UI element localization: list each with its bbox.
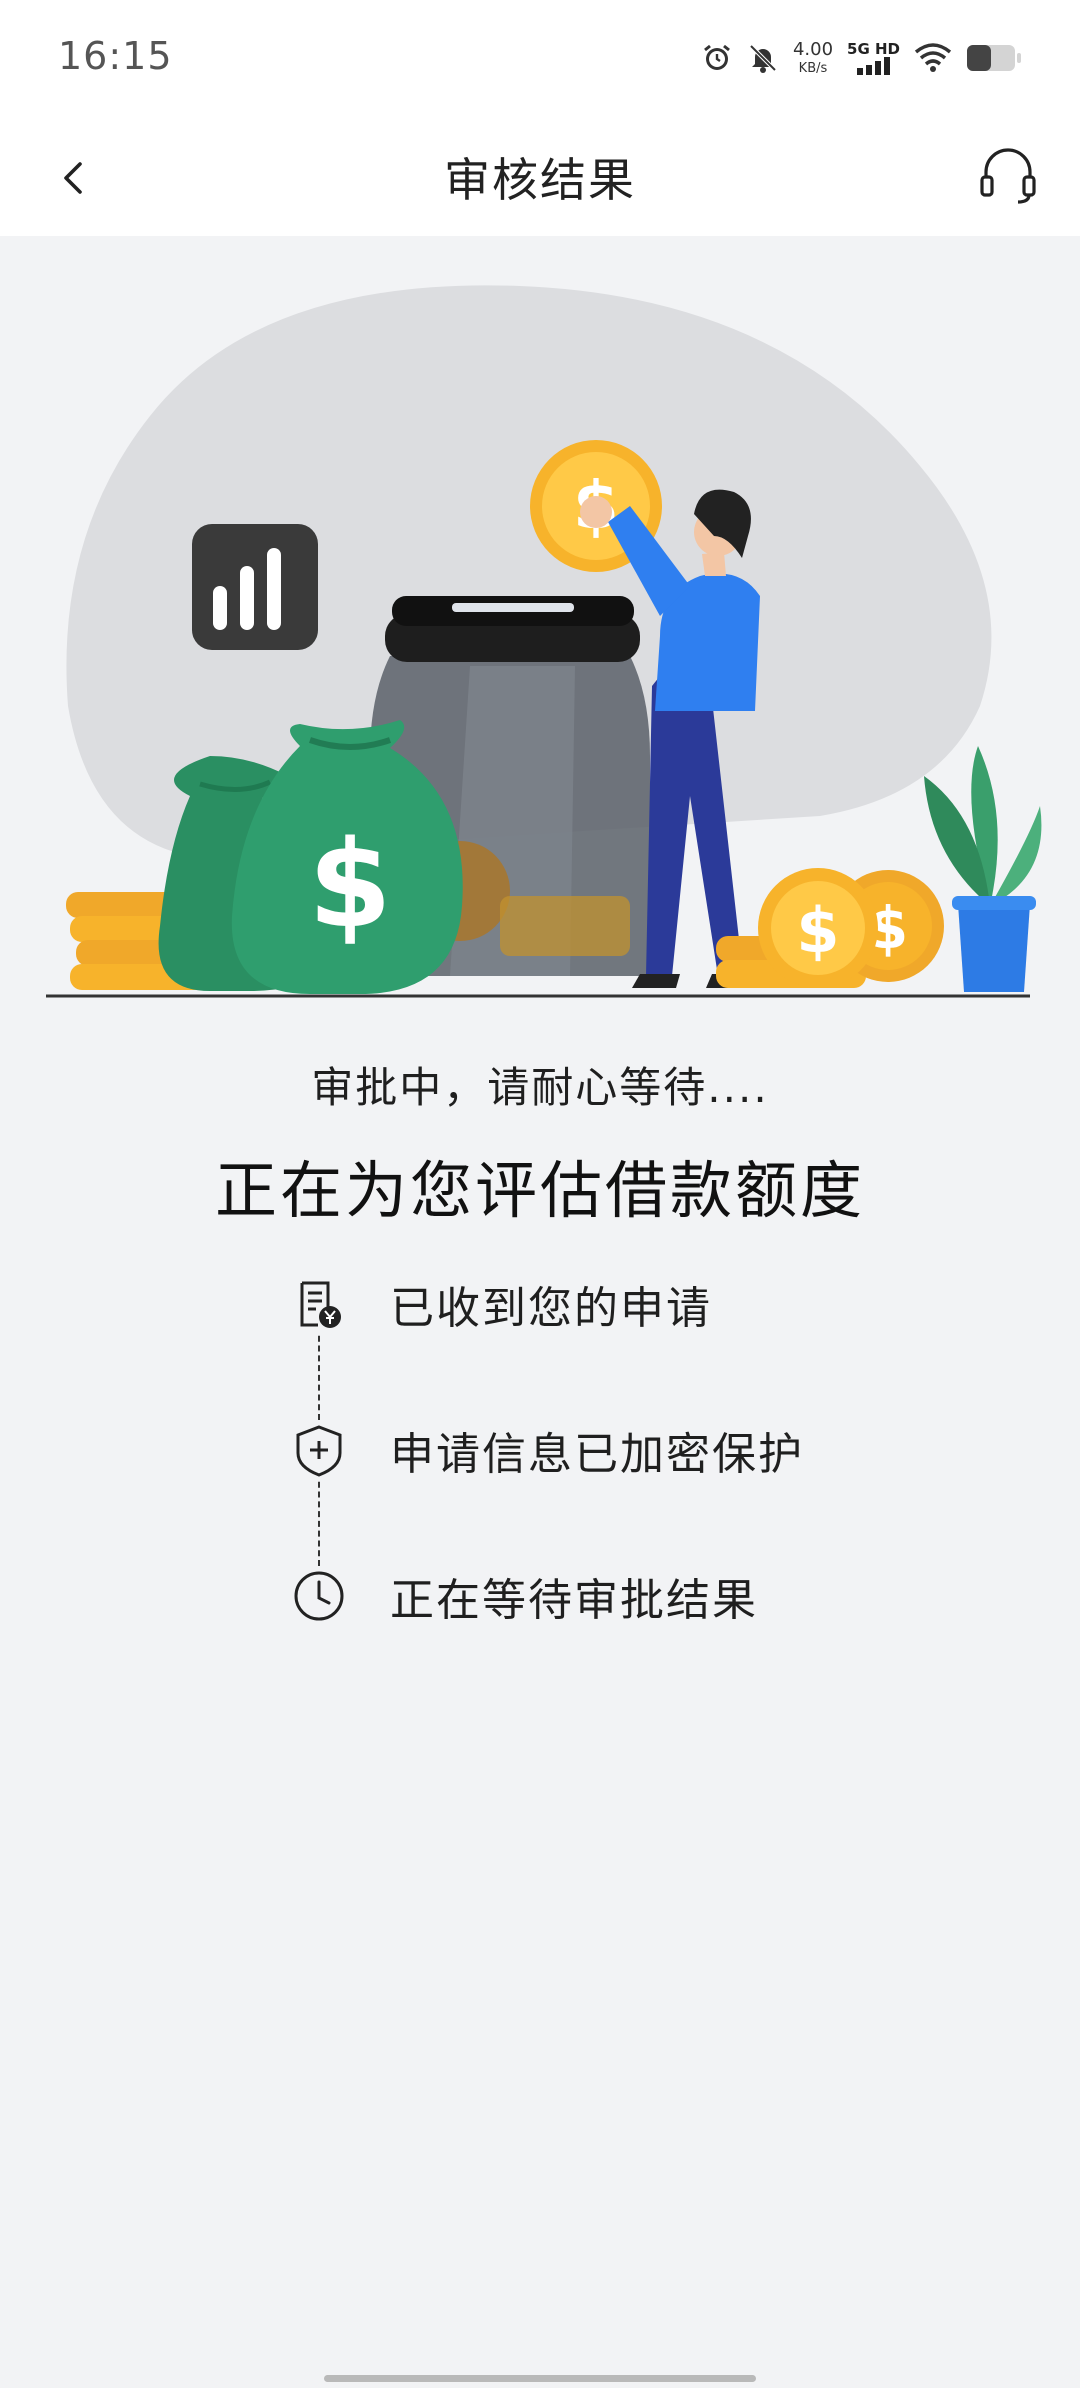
status-icons: 4.00 KB/s 5G HD: [701, 36, 1022, 80]
alarm-icon: [701, 42, 733, 74]
step-connector: [318, 1472, 320, 1566]
review-headline: 正在为您评估借款额度: [214, 1154, 865, 1227]
battery-icon: [966, 43, 1022, 73]
step-item: 已收到您的申请: [290, 1274, 712, 1334]
step-item: 申请信息已加密保护: [290, 1420, 804, 1480]
customer-service-button[interactable]: [976, 144, 1040, 208]
wifi-icon: [914, 42, 952, 74]
chart-badge-icon: [192, 524, 318, 650]
net-speed-unit: KB/s: [798, 61, 828, 76]
step-item: 正在等待审批结果: [290, 1566, 758, 1626]
signal-indicator: 5G HD: [847, 39, 900, 75]
network-type: 5G HD: [847, 39, 900, 58]
step-label: 正在等待审批结果: [390, 1575, 758, 1626]
step-label: 申请信息已加密保护: [390, 1429, 804, 1480]
clock-icon: [290, 1567, 348, 1625]
home-indicator[interactable]: [324, 2375, 756, 2382]
review-illustration: $ $ $: [0, 236, 1080, 1006]
net-speed: 4.00 KB/s: [792, 39, 834, 76]
bell-muted-icon: [747, 42, 779, 74]
plant-decoration: [924, 746, 1042, 992]
page-title: 审核结果: [444, 153, 636, 207]
step-label: 已收到您的申请: [390, 1283, 712, 1334]
coin-stack-right: $ $: [716, 868, 944, 988]
signal-icon: [856, 56, 890, 75]
status-bar: 16:15 4.00 KB/s 5G HD: [0, 0, 1080, 118]
nav-bar: 审核结果: [0, 118, 1080, 236]
shield-plus-icon: [290, 1421, 348, 1479]
receipt-yen-icon: [290, 1275, 348, 1333]
svg-text:$: $: [796, 894, 839, 967]
progress-steps: 已收到您的申请 申请信息已加密保护 正在等待审批结果: [290, 1274, 990, 1634]
review-status-text: 审批中，请耐心等待....: [311, 1063, 769, 1112]
net-speed-value: 4.00: [792, 39, 834, 60]
headset-icon: [980, 148, 1036, 204]
step-connector: [318, 1326, 320, 1420]
svg-text:$: $: [308, 816, 392, 955]
status-time: 16:15: [58, 34, 173, 78]
